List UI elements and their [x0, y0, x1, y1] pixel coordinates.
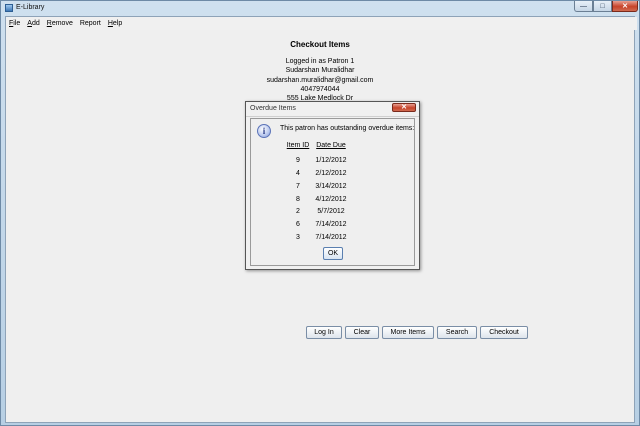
dialog-content: i This patron has outstanding overdue it…	[250, 118, 415, 266]
login-status: Logged in as Patron 1	[285, 58, 355, 65]
menu-remove[interactable]: Remove	[47, 20, 73, 27]
date-due-cell: 7/14/2012	[315, 221, 347, 229]
dialog-title: Overdue Items	[250, 105, 296, 112]
date-due-cell: 1/12/2012	[315, 156, 347, 164]
search-button[interactable]: Search	[437, 326, 477, 339]
table-row: 4 2/12/2012	[285, 167, 351, 180]
item-id-cell: 2	[296, 208, 300, 216]
login-button[interactable]: Log In	[306, 326, 342, 339]
date-due-cell: 3/14/2012	[315, 182, 347, 190]
item-id-cell: 9	[296, 156, 300, 164]
table-row: 9 1/12/2012	[285, 154, 351, 167]
menu-bar: File Add Remove Report Help	[6, 17, 637, 30]
menu-file[interactable]: File	[9, 20, 20, 27]
item-id-cell: 4	[296, 169, 300, 177]
action-buttons: Log In Clear More Items Search Checkout	[306, 326, 531, 339]
item-id-cell: 3	[296, 234, 300, 242]
overdue-items-table: Item ID Date Due 9 1/12/2012 4 2/12/2012 7…	[285, 139, 351, 244]
menu-help[interactable]: Help	[108, 20, 122, 27]
table-row: 3 7/14/2012	[285, 231, 351, 244]
column-header-date-due: Date Due	[316, 141, 346, 149]
date-due-cell: 2/12/2012	[315, 169, 347, 177]
close-button[interactable]: ✕	[612, 1, 638, 12]
maximize-button[interactable]: □	[593, 1, 612, 12]
date-due-cell: 5/7/2012	[317, 208, 345, 216]
date-due-cell: 4/12/2012	[315, 195, 347, 203]
item-id-cell: 8	[296, 195, 300, 203]
patron-phone: 4047974044	[300, 85, 340, 93]
page-title: Checkout Items	[290, 40, 350, 49]
menu-help-label: elp	[112, 20, 123, 27]
patron-email: sudarshan.muralidhar@gmail.com	[266, 76, 374, 84]
minimize-button[interactable]: —	[574, 1, 593, 12]
ok-button[interactable]: OK	[323, 247, 343, 260]
dialog-close-button[interactable]: ✕	[392, 103, 416, 112]
dialog-message: This patron has outstanding overdue item…	[280, 125, 415, 132]
clear-button[interactable]: Clear	[345, 326, 379, 339]
menu-file-label: ile	[13, 20, 21, 27]
info-icon: i	[257, 124, 271, 138]
dialog-title-bar[interactable]: Overdue Items ✕	[246, 102, 419, 117]
table-header-row: Item ID Date Due	[285, 139, 351, 154]
checkout-button[interactable]: Checkout	[480, 326, 528, 339]
menu-add-label: dd	[31, 20, 40, 27]
patron-name: Sudarshan Muralidhar	[285, 67, 355, 75]
table-row: 6 7/14/2012	[285, 218, 351, 231]
menu-report[interactable]: Report	[80, 20, 101, 27]
table-row: 8 4/12/2012	[285, 193, 351, 206]
menu-add[interactable]: Add	[27, 20, 39, 27]
menu-remove-label: emove	[51, 20, 73, 27]
column-header-item-id: Item ID	[286, 141, 310, 149]
item-id-cell: 7	[296, 182, 300, 190]
app-window: E-Library — □ ✕ File Add Remove Report H…	[0, 0, 640, 426]
table-row: 2 5/7/2012	[285, 205, 351, 218]
more-items-button[interactable]: More Items	[382, 326, 434, 339]
window-title: E-Library	[16, 4, 45, 11]
date-due-cell: 7/14/2012	[315, 234, 347, 242]
overdue-items-dialog: Overdue Items ✕ i This patron has outsta…	[245, 101, 420, 270]
table-row: 7 3/14/2012	[285, 180, 351, 193]
item-id-cell: 6	[296, 221, 300, 229]
menu-report-label: Report	[79, 20, 101, 27]
title-bar[interactable]: E-Library — □ ✕	[1, 1, 639, 16]
app-icon	[5, 4, 13, 12]
